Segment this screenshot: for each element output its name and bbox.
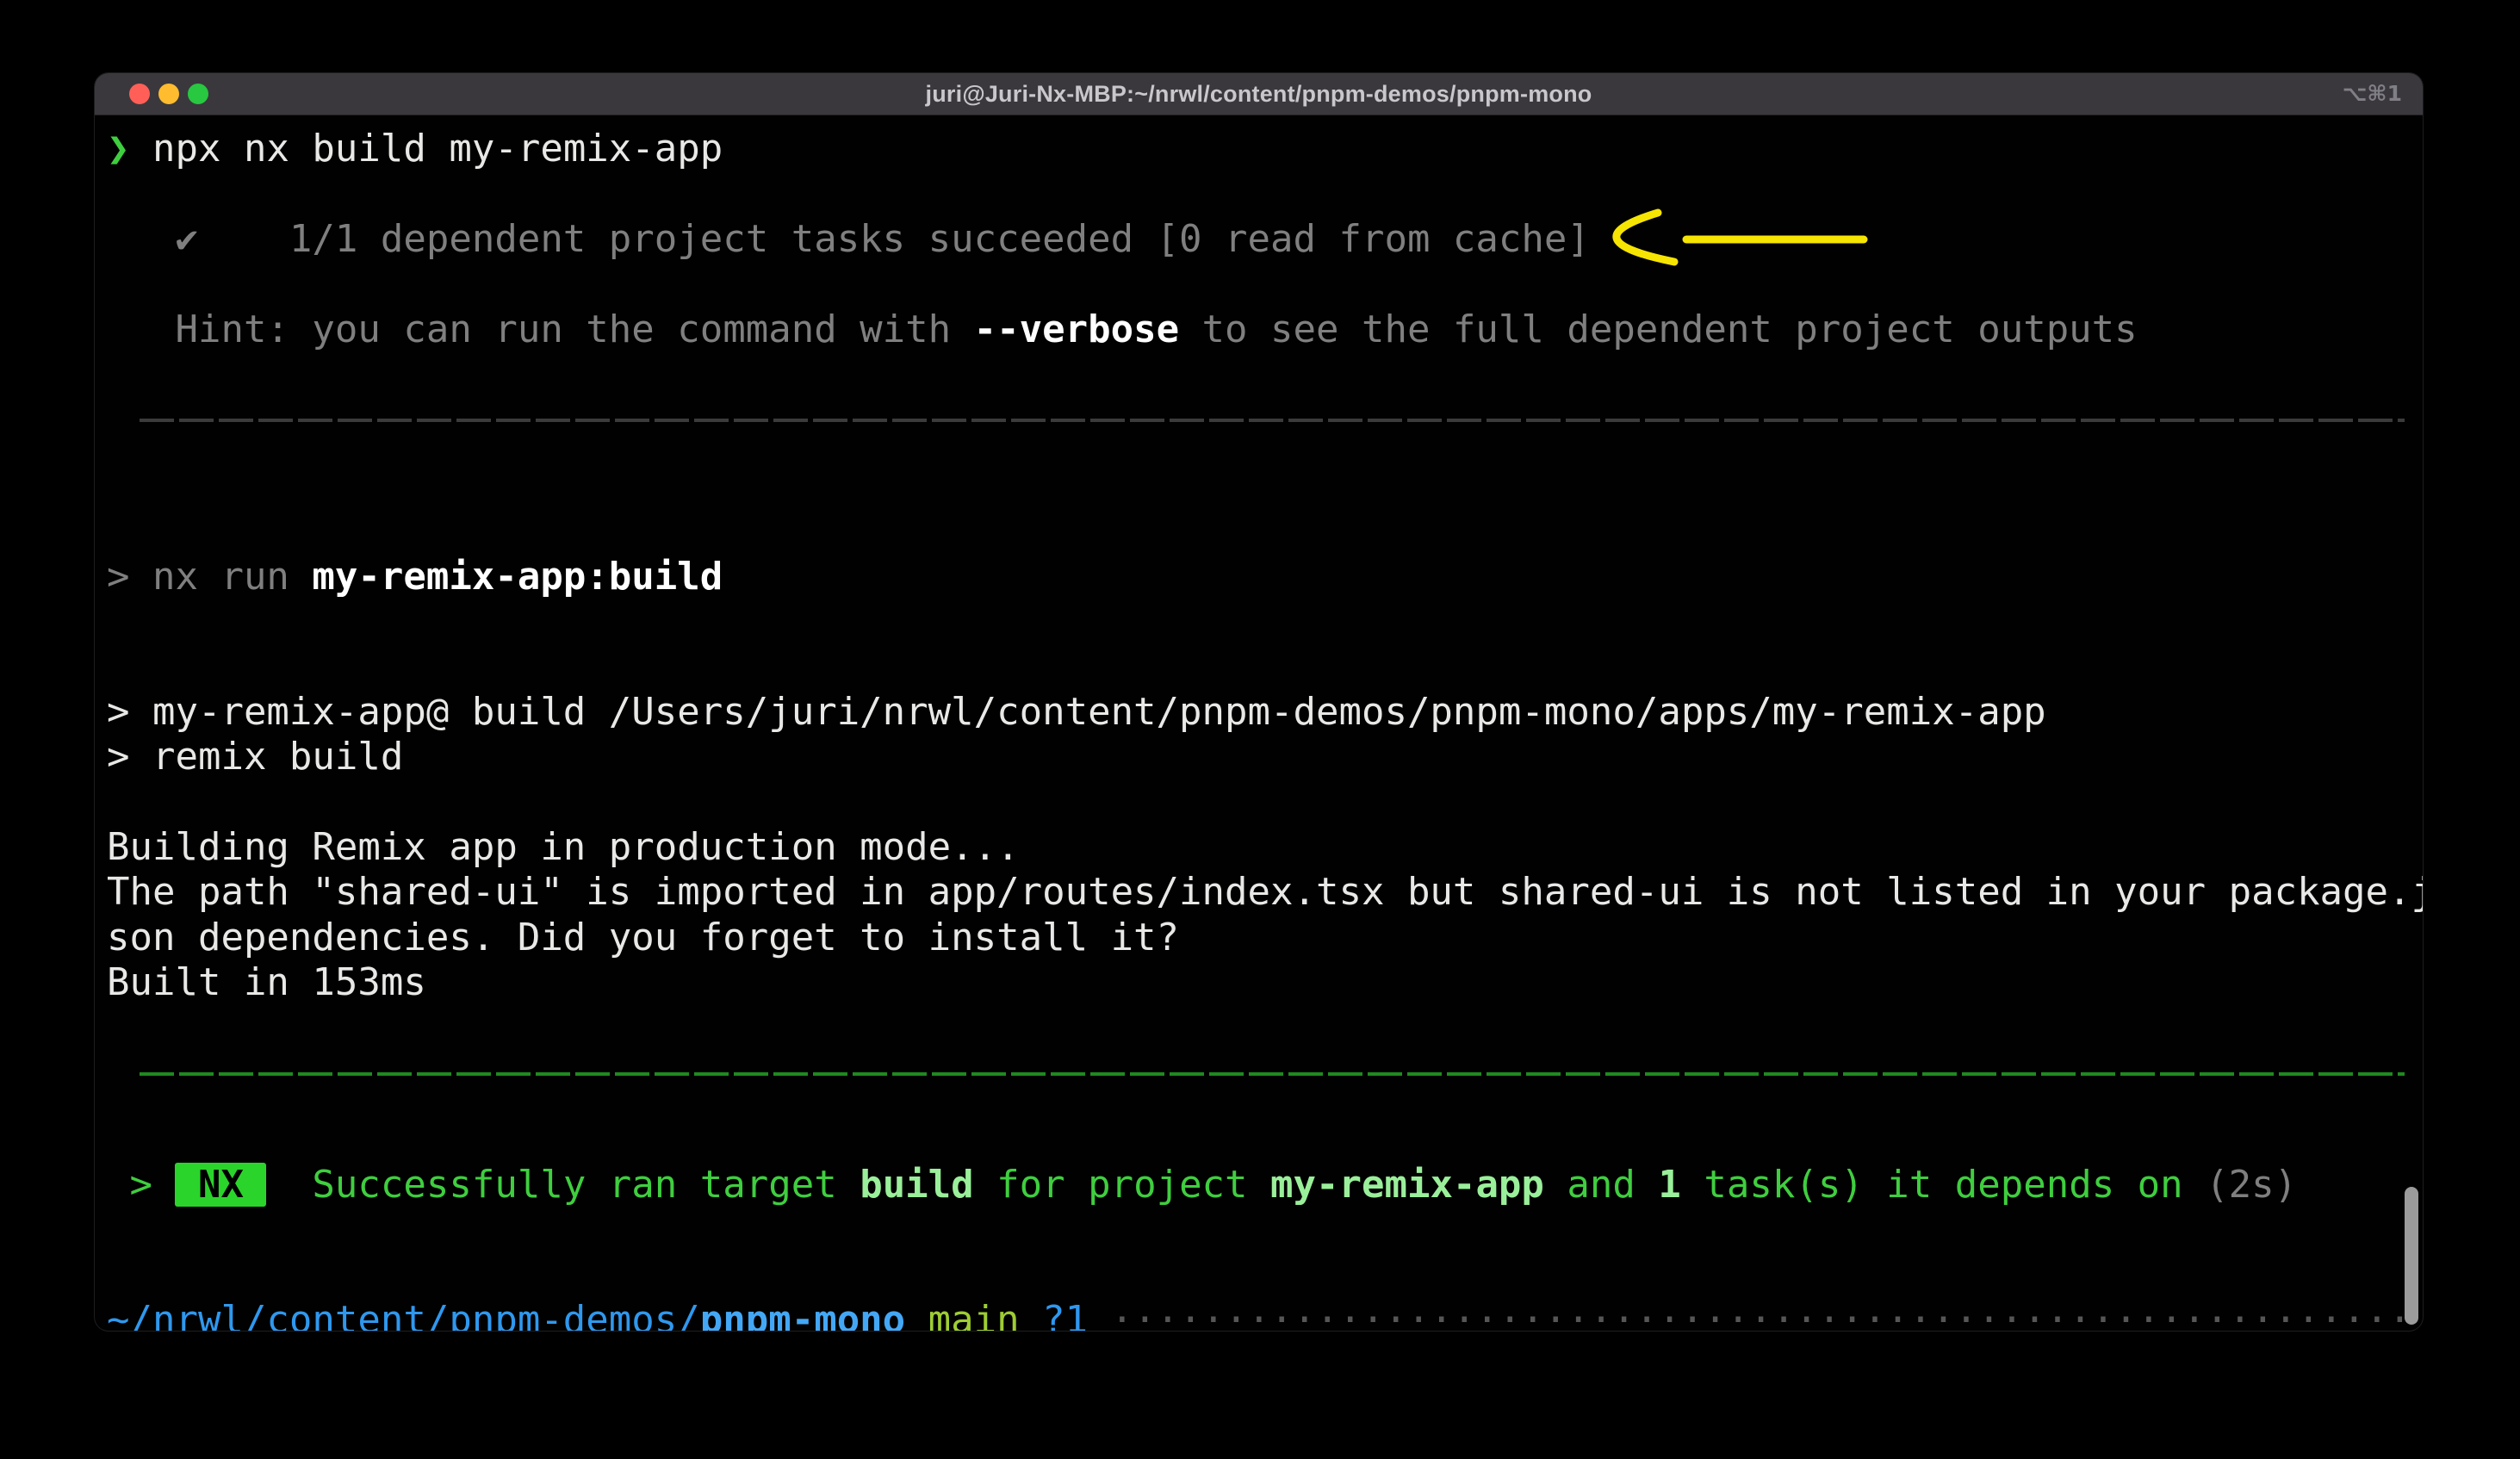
terminal-line xyxy=(107,599,2423,644)
terminal-line: son dependencies. Did you forget to inst… xyxy=(107,916,2423,960)
terminal-line: ~/nrwl/content/pnpm-demos/pnpm-mono main… xyxy=(107,1298,2423,1331)
nx-badge: NX xyxy=(175,1163,266,1207)
space xyxy=(905,1298,928,1331)
terminal-line xyxy=(107,352,2423,397)
terminal-line: Hint: you can run the command with --ver… xyxy=(107,307,2423,352)
space xyxy=(1020,1298,1043,1331)
desktop-background: juri@Juri-Nx-MBP:~/nrwl/content/pnpm-dem… xyxy=(0,0,2520,1459)
nx-success-text: and xyxy=(1544,1163,1658,1207)
separator-grey xyxy=(140,419,2405,422)
cwd-path: ~/nrwl/content/pnpm-demos/ xyxy=(107,1298,700,1331)
separator-green xyxy=(140,1072,2405,1076)
terminal-line: ✔ 1/1 dependent project tasks succeeded … xyxy=(107,217,2423,262)
window-title: juri@Juri-Nx-MBP:~/nrwl/content/pnpm-dem… xyxy=(95,73,2423,115)
terminal-line: > my-remix-app@ build /Users/juri/nrwl/c… xyxy=(107,690,2423,735)
tab-shortcut-hint: ⌥⌘1 xyxy=(2343,73,2402,115)
hint-text: to see the full dependent project output… xyxy=(1179,307,2138,351)
duration-text: (2s) xyxy=(2206,1163,2297,1207)
terminal-line xyxy=(107,171,2423,216)
build-log-line: son dependencies. Did you forget to inst… xyxy=(107,916,1179,959)
nx-success-text: Successfully ran target xyxy=(266,1163,860,1207)
scrollbar-thumb[interactable] xyxy=(2405,1187,2418,1325)
git-branch: main xyxy=(928,1298,1020,1331)
nx-success-text: for project xyxy=(974,1163,1270,1207)
terminal-line: > nx run my-remix-app:build xyxy=(107,555,2423,599)
verbose-flag: --verbose xyxy=(974,307,1179,351)
build-log-line: The path "shared-ui" is imported in app/… xyxy=(107,870,2423,914)
terminal-line xyxy=(107,779,2423,824)
terminal-line xyxy=(107,1208,2423,1252)
prompt-arrow: ❯ xyxy=(107,127,130,171)
npm-script-line: > my-remix-app@ build /Users/juri/nrwl/c… xyxy=(107,690,2046,734)
terminal-line xyxy=(107,1072,2423,1117)
terminal-line xyxy=(107,1117,2423,1162)
build-log-line: Building Remix app in production mode... xyxy=(107,825,1020,869)
target-name: build xyxy=(860,1163,973,1207)
terminal-line: > remix build xyxy=(107,735,2423,779)
prompt-filler-dots: ········································… xyxy=(1111,1298,2411,1331)
cwd-dirname: pnpm-mono xyxy=(700,1298,905,1331)
terminal-line xyxy=(107,1005,2423,1050)
build-log-line: Built in 153ms xyxy=(107,960,426,1004)
titlebar[interactable]: juri@Juri-Nx-MBP:~/nrwl/content/pnpm-dem… xyxy=(95,73,2423,115)
terminal-line: Building Remix app in production mode... xyxy=(107,825,2423,870)
terminal-line: The path "shared-ui" is imported in app/… xyxy=(107,870,2423,915)
tasks-succeeded-text: ✔ 1/1 dependent project tasks succeeded … xyxy=(107,217,1590,261)
terminal-line xyxy=(107,419,2423,463)
terminal-line: ❯ npx nx build my-remix-app xyxy=(107,127,2423,171)
hint-text: Hint: you can run the command with xyxy=(107,307,974,351)
space xyxy=(1088,1298,1111,1331)
terminal-window: juri@Juri-Nx-MBP:~/nrwl/content/pnpm-dem… xyxy=(95,73,2423,1331)
terminal-line xyxy=(107,644,2423,689)
task-count: 1 xyxy=(1658,1163,1681,1207)
terminal-line: > NX Successfully ran target build for p… xyxy=(107,1163,2423,1208)
command-text: npx nx build my-remix-app xyxy=(130,127,723,171)
project-name: my-remix-app xyxy=(1270,1163,1544,1207)
terminal-line xyxy=(107,464,2423,509)
nx-success-text: task(s) it depends on xyxy=(1681,1163,2206,1207)
terminal-line xyxy=(107,262,2423,307)
terminal-line xyxy=(107,1252,2423,1297)
nx-success-prefix: > xyxy=(107,1163,175,1207)
git-status: ?1 xyxy=(1042,1298,1088,1331)
terminal-line xyxy=(107,509,2423,554)
npm-script-line: > remix build xyxy=(107,735,403,779)
terminal-output[interactable]: ❯ npx nx build my-remix-app ✔ 1/1 depend… xyxy=(95,115,2423,1331)
nx-run-target: my-remix-app:build xyxy=(312,555,723,599)
nx-run-prefix: > nx run xyxy=(107,555,312,599)
terminal-line: Built in 153ms xyxy=(107,960,2423,1005)
